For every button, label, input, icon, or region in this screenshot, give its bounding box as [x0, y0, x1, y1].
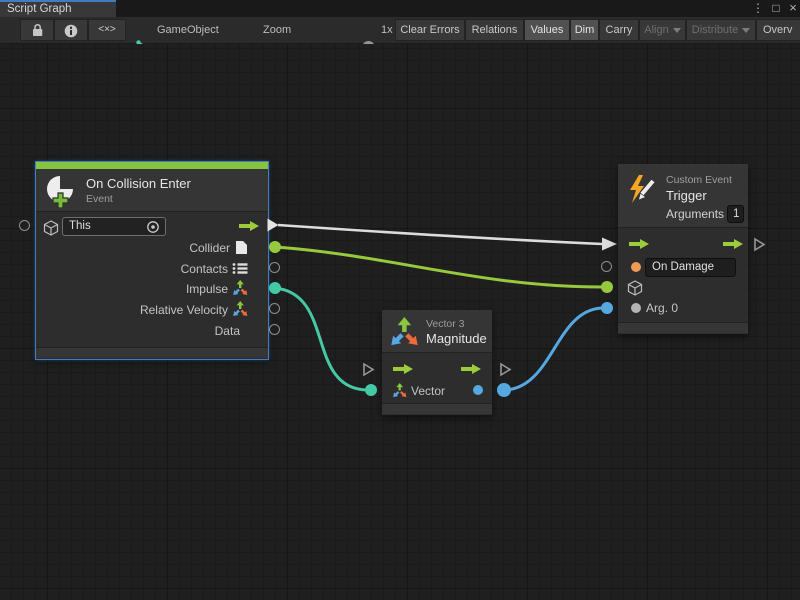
- flow-out-arrow-icon: [238, 220, 260, 232]
- cube-icon: [43, 220, 59, 236]
- port-label-contacts: Contacts: [181, 262, 228, 276]
- port-flow-output-unconnected[interactable]: [753, 237, 766, 252]
- port-flow-output[interactable]: [266, 217, 280, 233]
- event-name-field[interactable]: On Damage: [645, 258, 736, 277]
- window-close-icon[interactable]: ×: [785, 0, 800, 17]
- port-label-arg0: Arg. 0: [646, 301, 678, 315]
- info-button[interactable]: [54, 19, 88, 41]
- node-on-collision-enter[interactable]: On Collision Enter Event This Collider C…: [36, 162, 268, 359]
- object-input-typedot: [631, 303, 641, 313]
- node-magnitude[interactable]: Vector 3 Magnitude Vector: [382, 310, 492, 415]
- port-label-collider: Collider: [189, 241, 230, 255]
- toolbar: <×> GameObject Zoom 1x Clear Errors Rela…: [0, 17, 800, 44]
- port-label-vector: Vector: [411, 384, 445, 398]
- vector3-type-icon: [232, 301, 248, 317]
- port-flow-output-unconnected[interactable]: [499, 362, 512, 377]
- flow-in-arrow-icon: [628, 238, 650, 250]
- node-subtitle: Event: [86, 193, 113, 205]
- node-title: Trigger: [666, 188, 707, 203]
- list-type-icon: [232, 262, 248, 275]
- dim-button[interactable]: Dim: [570, 19, 599, 41]
- node-type-label: Custom Event: [666, 174, 732, 186]
- align-label: Align: [644, 24, 668, 36]
- port-magnitude-output[interactable]: [497, 383, 511, 397]
- node-footer: [382, 403, 492, 414]
- port-arg0-input[interactable]: [601, 302, 613, 314]
- vector3-type-icon: [392, 383, 407, 398]
- port-impulse-output[interactable]: [269, 282, 281, 294]
- lock-button[interactable]: [20, 19, 54, 41]
- align-button[interactable]: Align: [639, 19, 686, 41]
- this-value: This: [69, 220, 91, 232]
- node-footer: [36, 347, 268, 358]
- port-label-impulse: Impulse: [186, 282, 228, 296]
- float-output-typedot: [473, 385, 483, 395]
- port-this-input[interactable]: [19, 220, 30, 231]
- port-collider-output[interactable]: [269, 241, 281, 253]
- code-view-icon: <×>: [98, 24, 116, 35]
- port-event-name-input[interactable]: [601, 261, 612, 272]
- cube-icon: [627, 280, 643, 296]
- zoom-label: Zoom: [263, 19, 291, 41]
- port-vector-input[interactable]: [365, 384, 377, 396]
- distribute-button[interactable]: Distribute: [686, 19, 756, 41]
- chevron-down-icon: [742, 28, 750, 33]
- flow-in-arrow-icon: [392, 363, 414, 375]
- port-relative-velocity-output[interactable]: [269, 303, 280, 314]
- collider-type-icon: [235, 240, 248, 255]
- zoom-value: 1x: [381, 19, 393, 41]
- on-collision-enter-icon: [44, 174, 78, 208]
- code-view-button[interactable]: <×>: [88, 19, 126, 41]
- vector3-type-icon: [232, 280, 248, 296]
- overview-button[interactable]: Overv: [756, 19, 800, 41]
- port-flow-input-unconnected[interactable]: [362, 362, 375, 377]
- node-trigger-custom-event[interactable]: Custom Event Trigger Arguments 1 On Dama…: [618, 164, 748, 334]
- arguments-label: Arguments: [666, 207, 724, 221]
- port-label-relative-velocity: Relative Velocity: [140, 303, 228, 317]
- port-contacts-output[interactable]: [269, 262, 280, 273]
- arguments-field[interactable]: 1: [727, 205, 744, 223]
- port-gameobject-input[interactable]: [601, 281, 613, 293]
- port-label-data: Data: [215, 324, 240, 338]
- target-picker-icon[interactable]: [146, 220, 160, 234]
- carry-button[interactable]: Carry: [599, 19, 639, 41]
- event-accent-strip: [36, 162, 268, 169]
- node-title: On Collision Enter: [86, 176, 191, 191]
- vector3-icon: [389, 317, 419, 347]
- relations-button[interactable]: Relations: [465, 19, 524, 41]
- window-maximize-icon[interactable]: □: [768, 0, 784, 17]
- clear-errors-button[interactable]: Clear Errors: [395, 19, 465, 41]
- gameobject-label: GameObject: [157, 19, 219, 41]
- tab-script-graph[interactable]: Script Graph: [0, 0, 116, 17]
- chevron-down-icon: [673, 28, 681, 33]
- values-button[interactable]: Values: [524, 19, 570, 41]
- info-icon: [64, 24, 78, 38]
- lock-icon: [31, 23, 44, 38]
- string-input-typedot: [631, 262, 641, 272]
- port-data-output[interactable]: [269, 324, 280, 335]
- custom-event-icon: [626, 174, 658, 206]
- flow-out-arrow-icon: [460, 363, 482, 375]
- tab-strip: Script Graph ⋮ □ ×: [0, 0, 800, 17]
- window-menu-icon[interactable]: ⋮: [750, 0, 766, 17]
- this-field[interactable]: This: [62, 217, 166, 236]
- node-title: Magnitude: [426, 331, 487, 346]
- flow-out-arrow-icon: [722, 238, 744, 250]
- node-type-label: Vector 3: [426, 318, 465, 330]
- node-footer: [618, 322, 748, 333]
- distribute-label: Distribute: [692, 24, 738, 36]
